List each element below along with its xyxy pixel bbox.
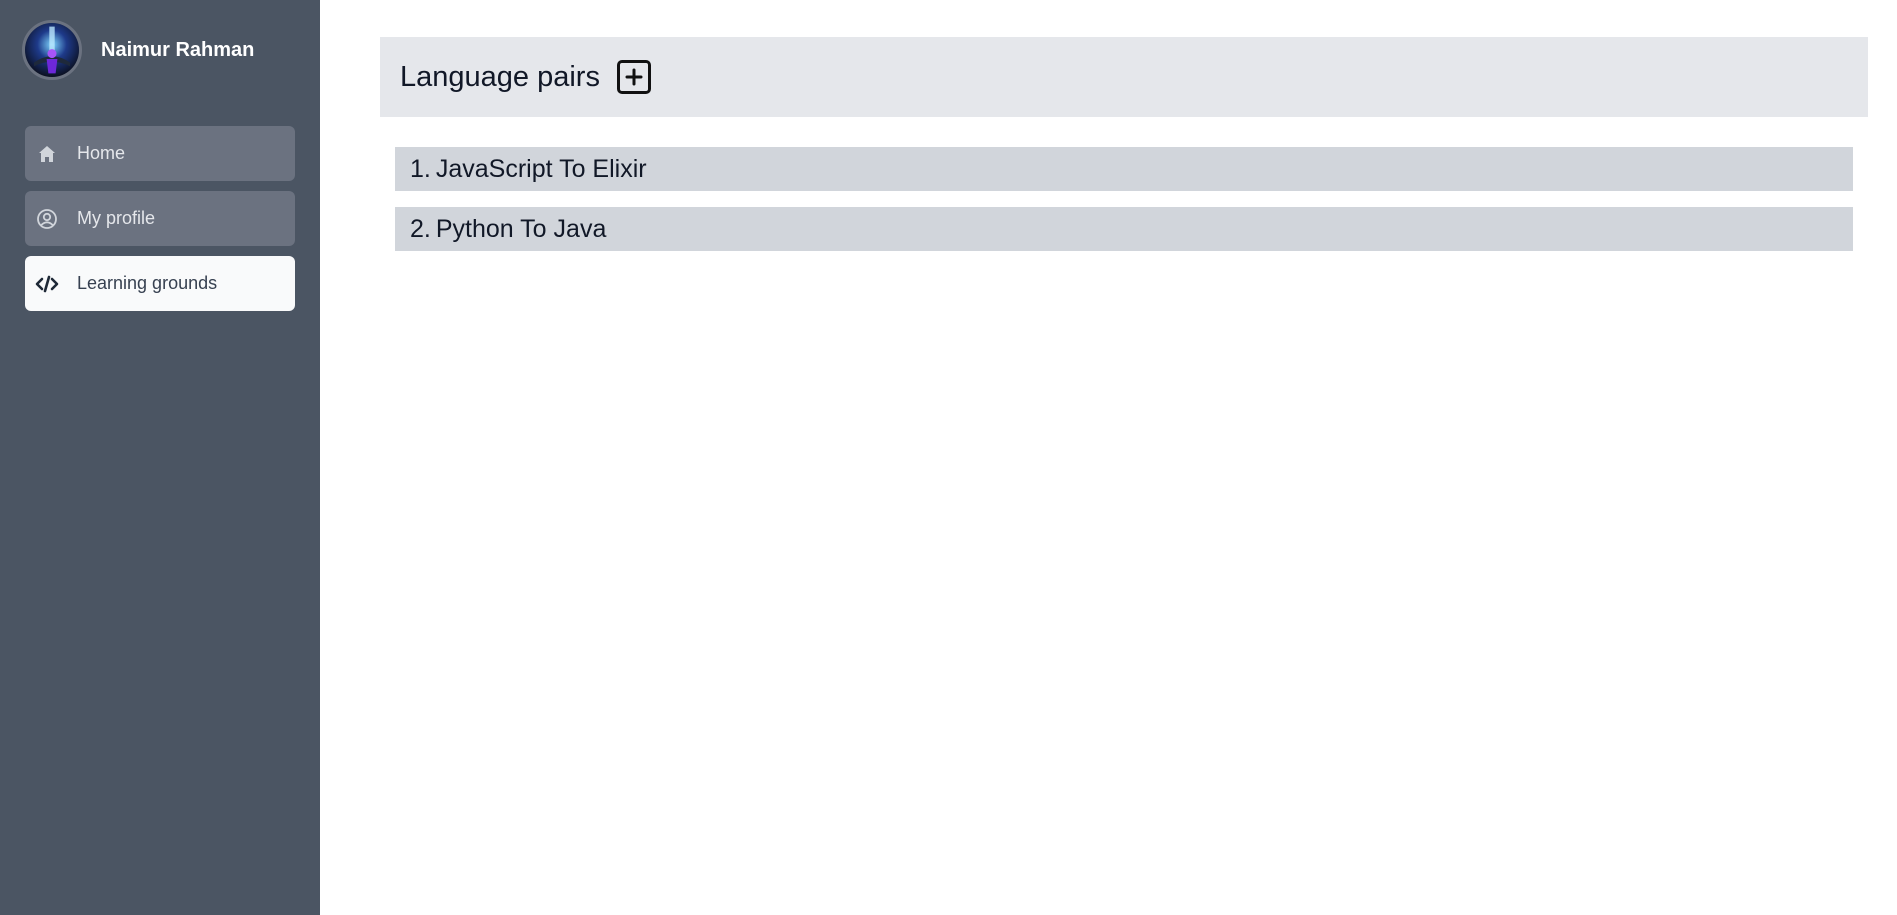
sidebar: Naimur Rahman Home My profile Learning g… [0,0,320,915]
list-item[interactable]: 1. JavaScript To Elixir [395,147,1853,191]
sidebar-item-label: My profile [77,208,156,228]
sidebar-item-profile[interactable]: My profile [25,191,295,246]
add-language-pair-button[interactable] [616,60,651,94]
avatar-image [25,23,79,77]
list-item-index: 1. [410,154,431,183]
user-card: Naimur Rahman [22,20,295,80]
language-pair-list: 1. JavaScript To Elixir 2. Python To Jav… [395,147,1853,251]
list-item-index: 2. [410,214,431,243]
user-circle-icon [35,207,59,231]
sidebar-item-learning-grounds[interactable]: Learning grounds [25,256,295,311]
plus-square-icon [625,68,643,86]
sidebar-item-home[interactable]: Home [25,126,295,181]
list-item[interactable]: 2. Python To Java [395,207,1853,251]
list-item-label: Python To Java [435,214,607,243]
page-title: Language pairs [400,60,600,93]
home-icon [35,142,59,166]
code-icon [35,272,59,296]
page-header: Language pairs [380,37,1868,117]
app: Naimur Rahman Home My profile Learning g… [0,0,1897,915]
main-content: Language pairs 1. JavaScript To Elixir 2… [320,0,1897,915]
user-name: Naimur Rahman [101,38,255,61]
avatar [22,20,82,80]
sidebar-item-label: Learning grounds [77,273,218,293]
sidebar-nav: Home My profile Learning grounds [25,126,295,311]
list-item-label: JavaScript To Elixir [435,154,647,183]
sidebar-item-label: Home [77,143,126,163]
